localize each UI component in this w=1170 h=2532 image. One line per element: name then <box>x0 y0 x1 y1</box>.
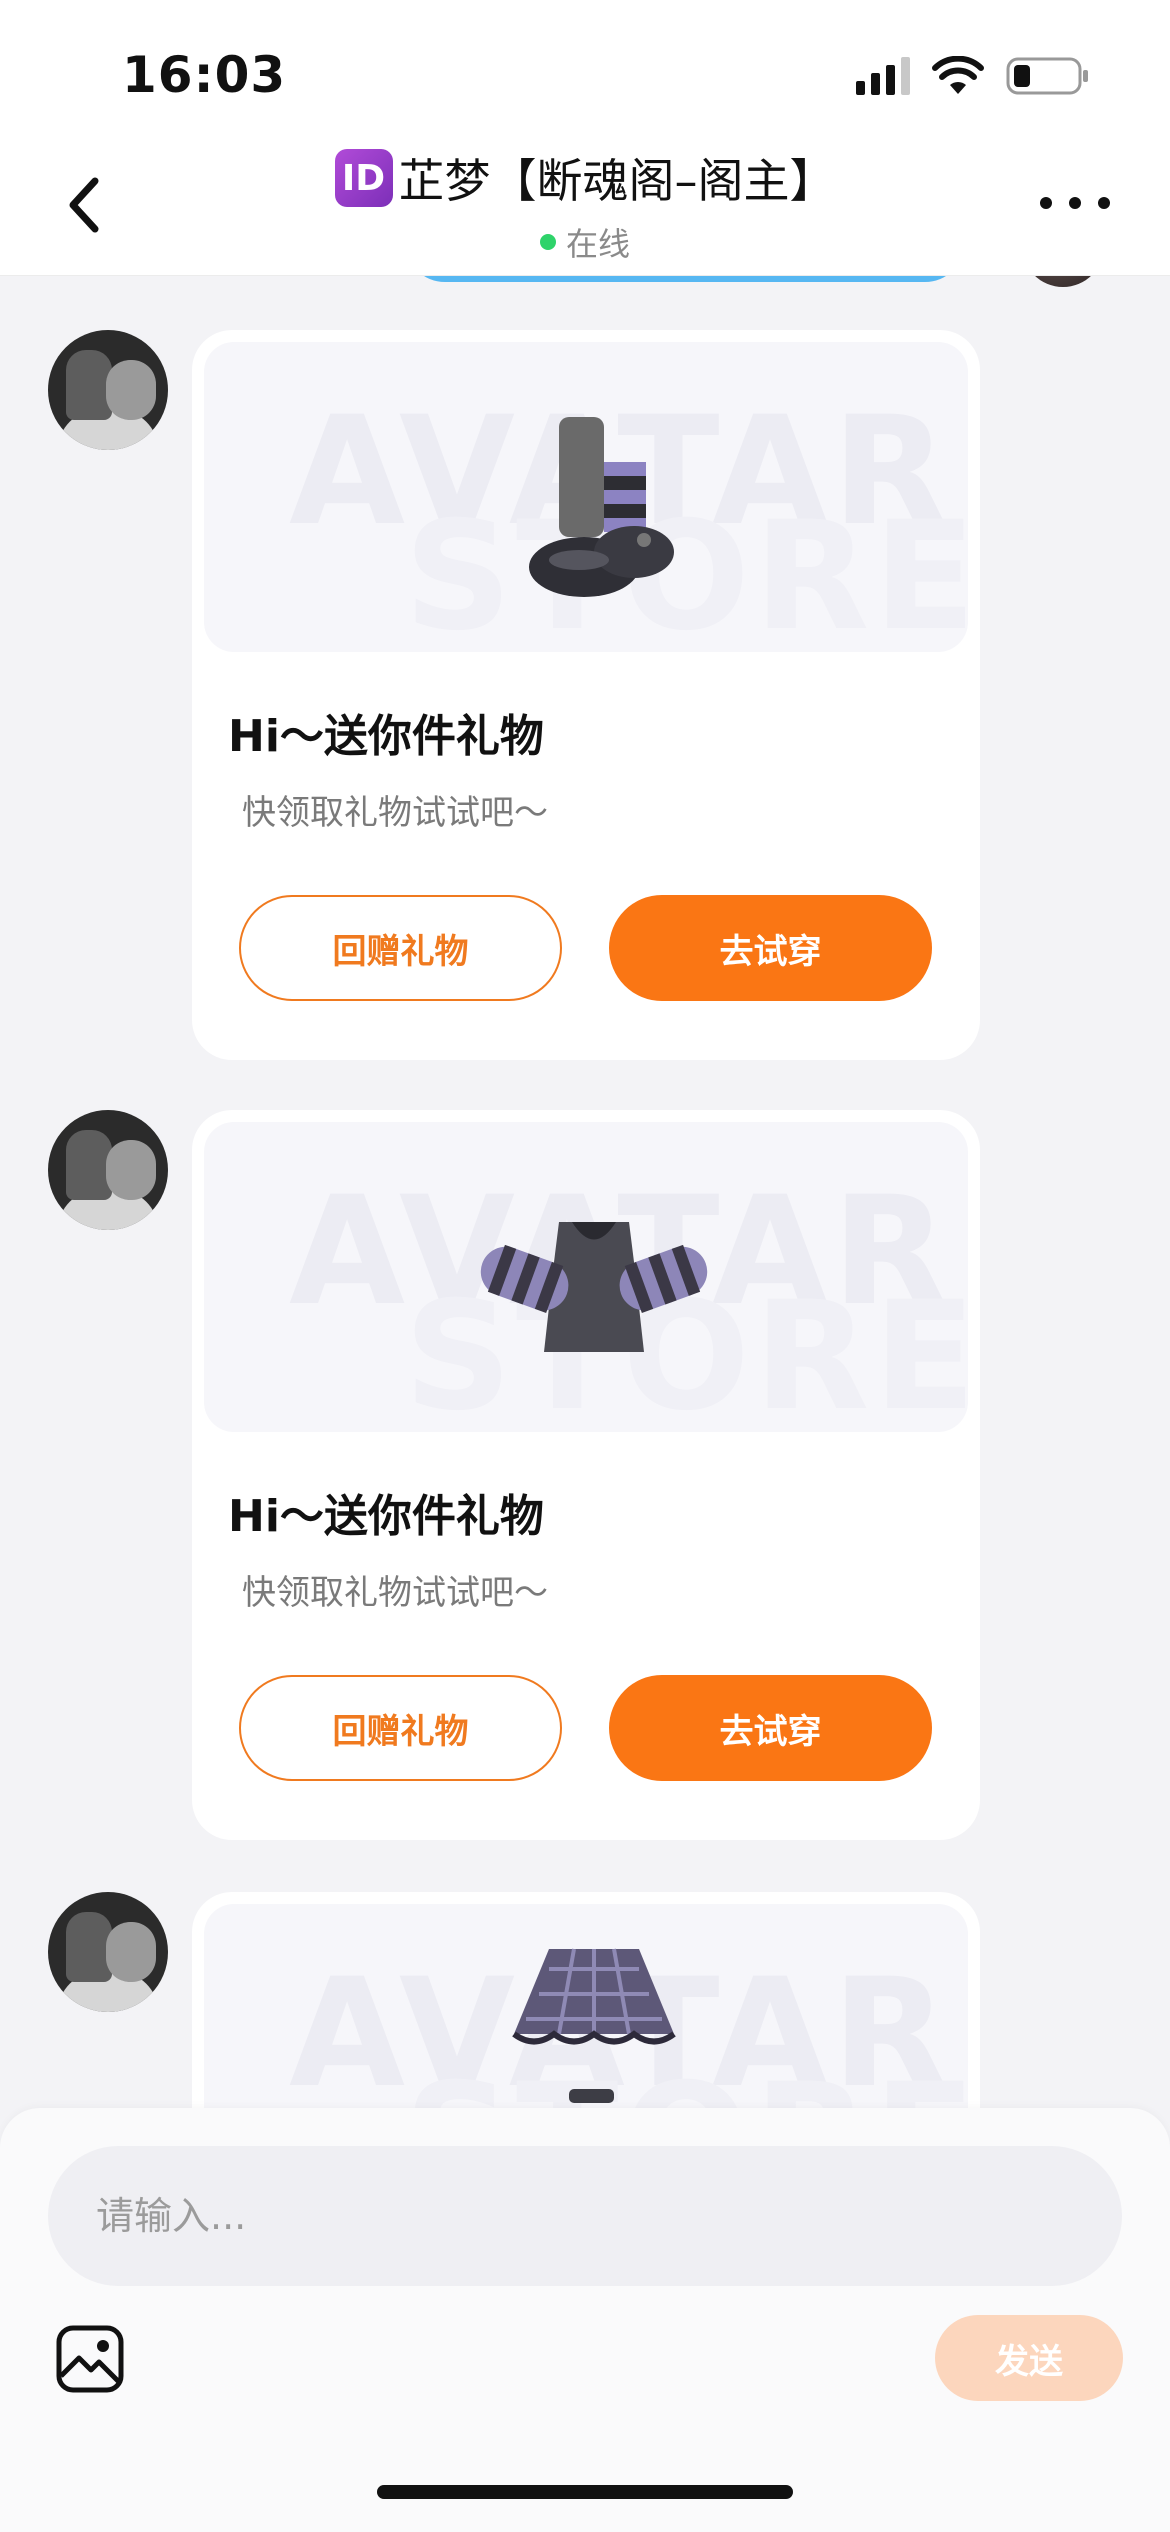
skirt-icon <box>512 1948 676 2129</box>
gift-subtitle: 快领取礼物试试吧～ <box>242 1573 548 1613</box>
sweater-icon <box>480 1222 708 1352</box>
gift-title: Hi～送你件礼物 <box>228 711 544 762</box>
sender-avatar[interactable] <box>48 1892 168 2012</box>
chat-screen: 16:03 ID 芷梦【断魂阁–阁主】 在线 STORE Hi～送你件礼物 快领… <box>0 0 1170 2532</box>
battery-icon <box>1006 57 1088 95</box>
try-on-button[interactable]: 去试穿 <box>609 1675 932 1781</box>
boots-icon <box>529 417 674 597</box>
home-indicator <box>377 2485 793 2499</box>
gift-title: Hi～送你件礼物 <box>228 1491 544 1542</box>
gift-card: AVATAR STORE Hi～送你件礼物 快领取礼物试试吧～ 回赠礼物 去试穿 <box>192 330 980 1060</box>
chat-title-row: ID 芷梦【断魂阁–阁主】 <box>0 145 1170 211</box>
status-time: 16:03 <box>122 46 287 104</box>
gift-item-image: AVATAR STORE <box>204 1122 968 1432</box>
message-input[interactable] <box>48 2146 1122 2286</box>
try-on-button[interactable]: 去试穿 <box>609 895 932 1001</box>
image-picker-button[interactable] <box>55 2324 125 2394</box>
sender-avatar[interactable] <box>48 330 168 450</box>
status-icons <box>856 52 1090 100</box>
image-icon <box>56 2325 124 2393</box>
more-options-button[interactable] <box>1040 183 1110 223</box>
send-button[interactable]: 发送 <box>935 2315 1123 2401</box>
return-gift-button[interactable]: 回赠礼物 <box>239 1675 562 1781</box>
id-badge-icon: ID <box>334 149 393 207</box>
gift-item-image: AVATAR STORE <box>204 342 968 652</box>
more-dot-icon <box>1040 197 1052 209</box>
status-bar: 16:03 <box>0 0 1170 135</box>
message-composer: 发送 <box>0 2108 1170 2532</box>
more-dot-icon <box>1069 197 1081 209</box>
gift-card: AVATAR STORE <box>192 1110 980 1840</box>
online-status-label: 在线 <box>565 225 630 263</box>
online-dot-icon <box>539 234 556 250</box>
gift-subtitle: 快领取礼物试试吧～ <box>242 793 548 833</box>
more-dot-icon <box>1098 197 1110 209</box>
chat-header: ID 芷梦【断魂阁–阁主】 在线 <box>0 135 1170 275</box>
sender-avatar[interactable] <box>48 1110 168 1230</box>
cellular-signal-icon <box>856 57 910 95</box>
online-status: 在线 <box>0 219 1170 265</box>
return-gift-button[interactable]: 回赠礼物 <box>239 895 562 1001</box>
wifi-icon <box>932 56 984 94</box>
chat-title: 芷梦【断魂阁–阁主】 <box>398 154 836 208</box>
